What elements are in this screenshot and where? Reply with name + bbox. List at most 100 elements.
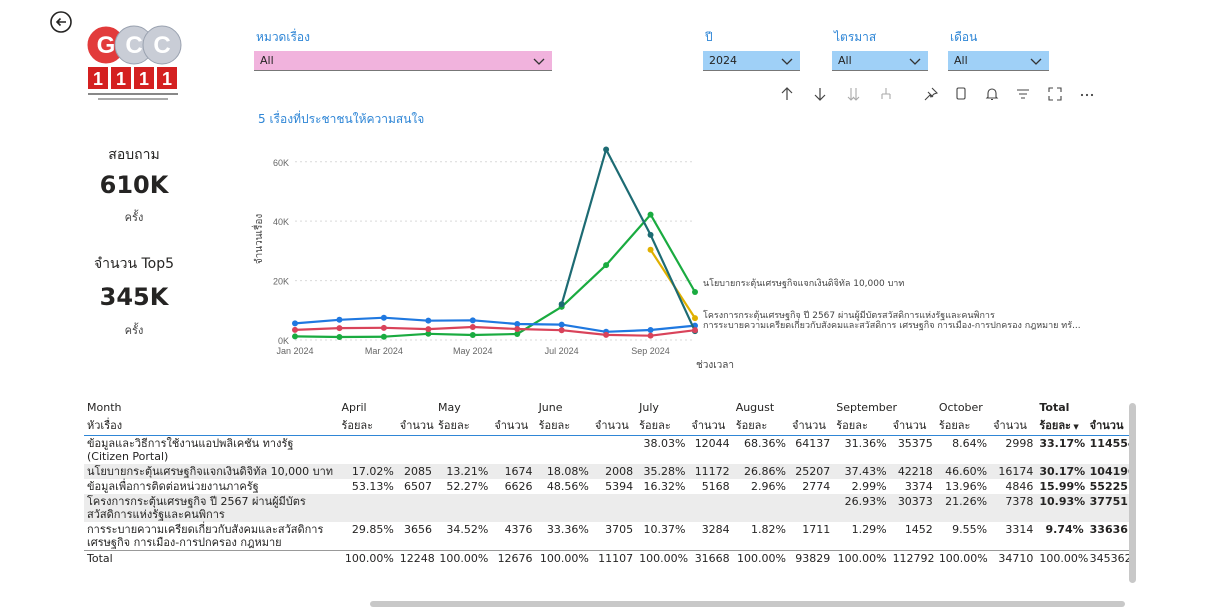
bell-icon[interactable] xyxy=(983,85,1001,103)
y-tick-label: 20K xyxy=(273,277,289,287)
x-tick-label: Sep 2024 xyxy=(631,346,670,356)
table-cell xyxy=(491,436,535,465)
table-cell xyxy=(397,436,435,465)
total-cell: 112792 xyxy=(889,550,936,566)
table-cell: 18.08% xyxy=(535,464,592,479)
data-point xyxy=(469,332,476,339)
back-button[interactable] xyxy=(49,10,73,34)
table-row[interactable]: การระบายความเครียดเกี่ยวกับสังคมและสวัสด… xyxy=(84,522,1129,551)
count-header: จำนวน xyxy=(591,415,637,436)
data-point xyxy=(292,333,298,340)
svg-text:1: 1 xyxy=(162,69,172,89)
chevron-down-icon xyxy=(533,58,545,65)
month-header[interactable]: June xyxy=(536,400,637,415)
expand-hierarchy-icon[interactable] xyxy=(877,85,895,103)
year-selected-value: 2024 xyxy=(709,54,737,67)
percent-header: ร้อยละ xyxy=(833,415,890,436)
table-cell: 53.13% xyxy=(351,480,394,493)
table-cell xyxy=(536,436,592,465)
x-tick-label: Jul 2024 xyxy=(545,346,579,356)
series-end-label: นโยบายกระตุ้นเศรษฐกิจแจกเงินดิจิทัล 10,0… xyxy=(703,278,904,289)
table-vertical-scrollbar[interactable] xyxy=(1129,403,1136,583)
header-row-months: Month April May June July August September Octo… xyxy=(84,400,1129,415)
y-tick-label: 0K xyxy=(278,336,289,346)
percent-header: ร้อยละ xyxy=(435,415,492,436)
top5-kpi-value: 345K xyxy=(99,283,169,311)
quarter-dropdown[interactable]: All xyxy=(832,51,928,71)
row-topic-label: ข้อมูลและวิธีการใช้งานแอปพลิเคชัน ทางรัฐ… xyxy=(87,437,294,463)
data-point xyxy=(336,325,343,332)
chart-title: 5 เรื่องที่ประชาชนให้ความสนใจ xyxy=(258,112,425,126)
table-row[interactable]: ข้อมูลและวิธีการใช้งานแอปพลิเคชัน ทางรัฐ… xyxy=(84,436,1129,465)
percent-header: ร้อยละ xyxy=(636,415,689,436)
table-cell: 1.29% xyxy=(851,523,887,536)
table-cell: 33.17% xyxy=(1039,437,1086,450)
total-label: Total xyxy=(84,550,339,566)
table-row[interactable]: โครงการกระตุ้นเศรษฐกิจ ปี 2567 ผ่านผู้มี… xyxy=(84,494,1129,522)
count-header: จำนวน xyxy=(688,415,733,436)
table-cell xyxy=(396,494,435,522)
total-row: Total 100.00% 12248 100.00% 12676 100.00% 1110… xyxy=(84,550,1129,566)
data-point xyxy=(647,231,654,238)
total-cell: 100.00% xyxy=(935,550,991,566)
total-cell: 100.00% xyxy=(535,550,592,566)
table-cell: 13.21% xyxy=(435,464,492,479)
svg-text:G: G xyxy=(97,32,116,59)
total-cell: 31668 xyxy=(688,550,733,566)
quarter-slicer-label: ไตรมาส xyxy=(834,30,877,44)
table-row[interactable]: นโยบายกระตุ้นเศรษฐกิจแจกเงินดิจิทัล 10,0… xyxy=(84,464,1129,479)
gcc-1111-logo: G C C 1 1 1 1 xyxy=(84,12,184,122)
table-cell: 52.27% xyxy=(446,480,489,493)
month-header[interactable]: August xyxy=(733,400,834,415)
y-tick-label: 40K xyxy=(273,217,289,227)
month-header[interactable]: Total xyxy=(1036,400,1129,415)
year-slicer-label: ปี xyxy=(705,30,713,44)
total-cell: 12248 xyxy=(396,550,435,566)
drill-down-icon[interactable] xyxy=(845,85,863,103)
total-cell: 34710 xyxy=(990,550,1037,566)
total-cell: 11107 xyxy=(591,550,637,566)
table-cell: 48.56% xyxy=(546,480,589,493)
data-point xyxy=(380,333,387,340)
top5-kpi-label: จำนวน Top5 xyxy=(93,256,175,272)
filter-icon[interactable] xyxy=(1014,85,1032,103)
table-cell: 17.02% xyxy=(338,464,397,479)
month-header[interactable]: July xyxy=(636,400,733,415)
year-dropdown[interactable]: 2024 xyxy=(703,51,800,71)
focus-mode-icon[interactable] xyxy=(1046,85,1064,103)
month-header[interactable]: October xyxy=(936,400,1037,415)
y-tick-label: 60K xyxy=(273,158,289,168)
table-cell: 26.86% xyxy=(732,464,789,479)
sort-descending-icon[interactable]: ▼ xyxy=(1071,423,1078,431)
total-cell: 100.00% xyxy=(636,550,689,566)
month-header[interactable]: April xyxy=(338,400,435,415)
sort-ascending-icon[interactable] xyxy=(778,85,796,103)
more-options-icon[interactable] xyxy=(1078,85,1096,103)
table-cell: 38.03% xyxy=(643,437,686,450)
table-cell: 6626 xyxy=(504,480,533,493)
table-cell xyxy=(435,436,491,465)
data-point xyxy=(603,262,610,269)
chevron-down-icon xyxy=(781,58,793,65)
corner-month-label: Month xyxy=(87,401,122,414)
table-row[interactable]: ข้อมูลเพื่อการติดต่อหน่วยงานภาครัฐ 53.13%… xyxy=(84,479,1129,494)
data-point xyxy=(380,324,387,331)
table-cell: 25207 xyxy=(789,464,834,479)
table-horizontal-scrollbar[interactable] xyxy=(370,601,1125,607)
table-cell: 6507 xyxy=(404,480,432,493)
data-point xyxy=(469,324,476,331)
month-header[interactable]: September xyxy=(833,400,936,415)
table-cell: 35375 xyxy=(897,437,933,450)
pin-icon[interactable] xyxy=(922,85,940,103)
copy-visual-icon[interactable] xyxy=(952,85,970,103)
matrix-table: Month April May June July August September Octo… xyxy=(84,400,1129,606)
category-slicer-label: หมวดเรื่อง xyxy=(256,30,310,44)
table-cell: 46.60% xyxy=(935,464,991,479)
table-cell: 3314 xyxy=(1005,523,1034,536)
month-dropdown[interactable]: All xyxy=(948,51,1049,71)
table-cell xyxy=(338,494,397,522)
sort-descending-icon[interactable] xyxy=(811,85,829,103)
month-header[interactable]: May xyxy=(435,400,536,415)
category-dropdown[interactable]: All xyxy=(254,51,552,71)
table-cell: 30.17% xyxy=(1036,464,1087,479)
